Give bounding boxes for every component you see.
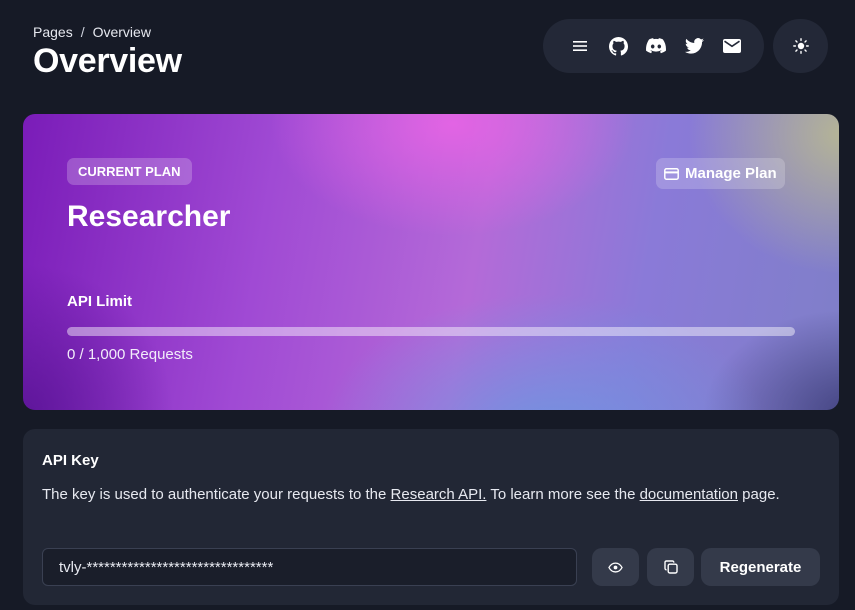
sun-icon [792, 38, 809, 54]
breadcrumb-separator: / [80, 24, 85, 40]
breadcrumb-pages[interactable]: Pages [33, 24, 73, 40]
copy-icon [663, 560, 678, 574]
github-button[interactable] [599, 27, 637, 65]
twitter-button[interactable] [675, 27, 713, 65]
mail-icon [723, 39, 741, 53]
documentation-link[interactable]: documentation [640, 486, 738, 503]
current-plan-card: CURRENT PLAN Manage Plan Researcher API … [23, 114, 839, 410]
manage-plan-button[interactable]: Manage Plan [656, 158, 785, 189]
github-icon [608, 36, 628, 56]
theme-toggle-button[interactable] [773, 19, 828, 73]
page-title: Overview [33, 42, 182, 80]
twitter-icon [684, 38, 704, 54]
research-api-link[interactable]: Research API. [391, 486, 487, 503]
mail-button[interactable] [713, 27, 751, 65]
discord-button[interactable] [637, 27, 675, 65]
eye-icon [608, 561, 623, 573]
api-key-description: The key is used to authenticate your req… [42, 483, 822, 506]
header-icon-group [543, 19, 764, 73]
breadcrumb-current: Overview [92, 24, 151, 40]
plan-name: Researcher [67, 200, 231, 233]
current-plan-badge: CURRENT PLAN [67, 158, 192, 185]
api-key-title: API Key [42, 452, 99, 469]
breadcrumb: Pages / Overview [33, 24, 151, 40]
overview-page: Pages / Overview Overview CURRENT PLAN M… [0, 0, 855, 610]
credit-card-icon [664, 167, 679, 180]
api-key-field[interactable] [42, 548, 577, 586]
api-key-desc-text-1: The key is used to authenticate your req… [42, 486, 391, 503]
api-key-desc-text-2: To learn more see the [486, 486, 640, 503]
manage-plan-label: Manage Plan [685, 165, 777, 182]
discord-icon [646, 38, 666, 54]
api-key-card: API Key The key is used to authenticate … [23, 429, 839, 605]
api-usage-text: 0 / 1,000 Requests [67, 346, 193, 363]
show-key-button[interactable] [592, 548, 639, 586]
api-limit-progress-bar [67, 327, 795, 336]
menu-icon [573, 41, 587, 51]
regenerate-key-button[interactable]: Regenerate [701, 548, 820, 586]
api-limit-label: API Limit [67, 293, 133, 310]
api-key-desc-text-3: page. [738, 486, 780, 503]
menu-button[interactable] [561, 27, 599, 65]
copy-key-button[interactable] [647, 548, 694, 586]
